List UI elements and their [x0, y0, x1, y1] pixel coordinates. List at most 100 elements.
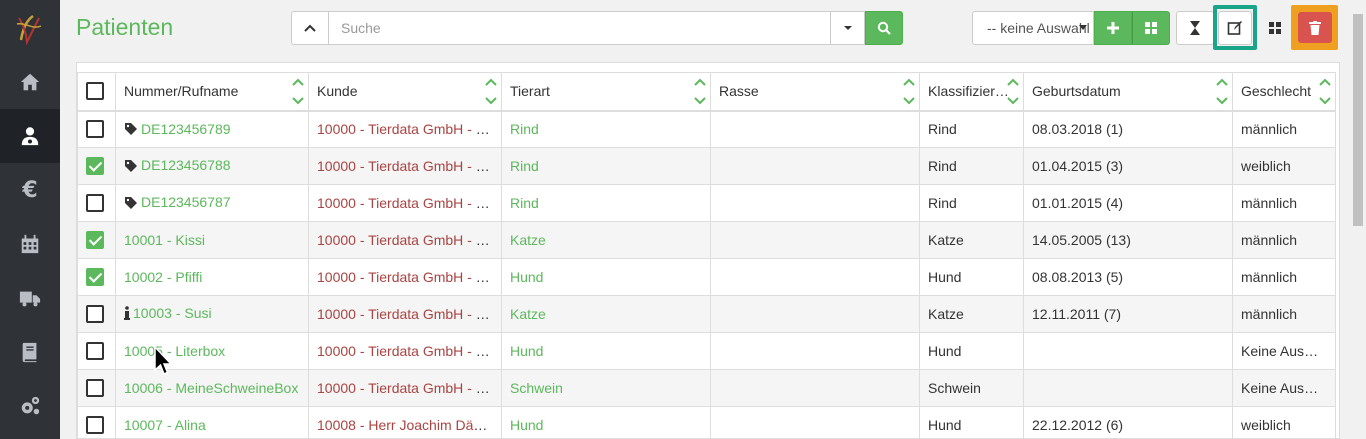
cell-nummer[interactable]: 10001 - Kissi: [115, 221, 309, 259]
row-checkbox[interactable]: [86, 194, 104, 213]
row-select-cell: [77, 221, 116, 259]
cell-geschlecht-text: männlich: [1241, 306, 1298, 322]
table-row[interactable]: DE123456787 10000 - Tierdata GmbH - Haupt…: [77, 184, 1336, 222]
cell-nummer-text: 10006 - MeineSchweineBox: [124, 380, 299, 396]
column-header-geburtsdatum[interactable]: Geburtsdatum: [1023, 72, 1233, 112]
cell-nummer-text: 10001 - Kissi: [124, 232, 205, 248]
scrollbar-thumb[interactable]: [1353, 14, 1363, 226]
search-options-dropdown[interactable]: [831, 11, 865, 45]
cell-geschlecht: männlich: [1232, 258, 1336, 296]
add-button[interactable]: [1094, 11, 1132, 45]
cell-nummer[interactable]: 10002 - Pfiffi: [115, 258, 309, 296]
table-row[interactable]: 10002 - Pfiffi 10000 - Tierdata GmbH - Ha…: [77, 258, 1336, 296]
cell-nummer[interactable]: DE123456788: [115, 147, 309, 185]
column-header-klassifizierung[interactable]: Klassifizierung: [919, 72, 1024, 112]
cell-kunde[interactable]: 10000 - Tierdata GmbH - Hauptsitz: [308, 332, 502, 370]
delete-button[interactable]: [1298, 12, 1332, 43]
cell-klass-text: Rind: [928, 121, 957, 138]
patients-table-container: Nummer/Rufname Kunde Tierart Rasse Klass…: [76, 62, 1340, 439]
cell-kunde[interactable]: 10000 - Tierdata GmbH - Hauptsitz: [308, 258, 502, 296]
history-button[interactable]: [1176, 11, 1214, 45]
column-header-tierart[interactable]: Tierart: [501, 72, 711, 112]
cell-geburt-text: 08.08.2013 (5): [1032, 269, 1124, 285]
cell-tierart[interactable]: Katze: [501, 295, 711, 333]
cell-tierart-text: Katze: [510, 232, 546, 248]
table-row[interactable]: 10007 - Alina 10008 - Herr Joachim Dänema…: [77, 406, 1336, 438]
cell-nummer[interactable]: DE123456787: [115, 184, 309, 222]
cell-geschlecht: männlich: [1232, 295, 1336, 333]
row-checkbox[interactable]: [86, 342, 104, 361]
nav-finance[interactable]: €: [0, 163, 60, 217]
table-row[interactable]: 10006 - MeineSchweineBox 10000 - Tierdata…: [77, 369, 1336, 407]
search-button[interactable]: [865, 11, 903, 45]
cell-nummer[interactable]: 10007 - Alina: [115, 406, 309, 438]
cell-tierart[interactable]: Katze: [501, 221, 711, 259]
cell-nummer-text: DE123456789: [141, 120, 231, 137]
nav-home[interactable]: [0, 55, 60, 109]
select-all-checkbox[interactable]: [86, 82, 104, 101]
table-row[interactable]: 10005 - Literbox 10000 - Tierdata GmbH - …: [77, 332, 1336, 370]
cell-kunde[interactable]: 10000 - Tierdata GmbH - Hauptsitz: [308, 221, 502, 259]
collapse-filter-button[interactable]: [291, 11, 329, 45]
cell-geburt: 08.08.2013 (5): [1023, 258, 1233, 296]
caret-down-icon: [1079, 25, 1087, 30]
row-checkbox[interactable]: [86, 416, 104, 435]
row-checkbox[interactable]: [86, 231, 104, 250]
table-row[interactable]: 10001 - Kissi 10000 - Tierdata GmbH - Hau…: [77, 221, 1336, 259]
cell-kunde[interactable]: 10000 - Tierdata GmbH - Hauptsitz: [308, 369, 502, 407]
row-checkbox[interactable]: [86, 305, 104, 324]
view-select[interactable]: -- keine Auswahl --: [972, 11, 1094, 45]
sidebar: €: [0, 0, 60, 439]
column-header-kunde[interactable]: Kunde: [308, 72, 502, 112]
row-checkbox[interactable]: [86, 157, 104, 176]
book-icon: [22, 342, 37, 363]
nav-delivery[interactable]: [0, 271, 60, 325]
nav-settings[interactable]: [0, 379, 60, 433]
cell-kunde[interactable]: 10008 - Herr Joachim Dänemark: [308, 406, 502, 438]
cell-nummer[interactable]: 10003 - Susi: [115, 295, 309, 333]
table-row[interactable]: DE123456788 10000 - Tierdata GmbH - Haupt…: [77, 147, 1336, 185]
row-checkbox[interactable]: [86, 120, 104, 139]
nav-calendar[interactable]: [0, 217, 60, 271]
table-row[interactable]: 10003 - Susi 10000 - Tierdata GmbH - Haup…: [77, 295, 1336, 333]
row-checkbox[interactable]: [86, 268, 104, 287]
cell-klass: Katze: [919, 295, 1024, 333]
cell-tierart[interactable]: Hund: [501, 258, 711, 296]
search-input[interactable]: [329, 11, 831, 45]
column-header-geschlecht[interactable]: Geschlecht: [1232, 72, 1336, 112]
column-header-nummer[interactable]: Nummer/Rufname: [115, 72, 309, 112]
cell-klass-text: Hund: [928, 343, 962, 359]
cell-klass: Hund: [919, 332, 1024, 370]
cell-kunde[interactable]: 10000 - Tierdata GmbH - Hauptsitz: [308, 110, 502, 148]
row-select-cell: [77, 110, 116, 148]
cell-klass: Rind: [919, 184, 1024, 222]
cell-tierart[interactable]: Schwein: [501, 369, 711, 407]
columns-button[interactable]: [1258, 11, 1292, 45]
cell-kunde[interactable]: 10000 - Tierdata GmbH - Hauptsitz: [308, 184, 502, 222]
layout-button[interactable]: [1132, 11, 1170, 45]
cell-kunde[interactable]: 10000 - Tierdata GmbH - Hauptsitz: [308, 295, 502, 333]
sort-icon: [292, 78, 304, 105]
cell-klass-text: Rind: [928, 195, 957, 211]
cell-geburt: 14.05.2005 (13): [1023, 221, 1233, 259]
cell-tierart[interactable]: Hund: [501, 332, 711, 370]
cell-tierart[interactable]: Rind: [501, 110, 711, 148]
cell-nummer[interactable]: 10006 - MeineSchweineBox: [115, 369, 309, 407]
cell-kunde[interactable]: 10000 - Tierdata GmbH - Hauptsitz: [308, 147, 502, 185]
app-logo[interactable]: [0, 0, 60, 55]
cell-geburt: 01.04.2015 (3): [1023, 147, 1233, 185]
nav-documents[interactable]: [0, 325, 60, 379]
home-icon: [20, 73, 40, 91]
cell-nummer[interactable]: DE123456789: [115, 110, 309, 148]
edit-button[interactable]: [1218, 11, 1252, 45]
column-header-rasse[interactable]: Rasse: [710, 72, 920, 112]
nav-patients[interactable]: [0, 109, 60, 163]
row-checkbox[interactable]: [86, 379, 104, 398]
vertical-scrollbar[interactable]: [1350, 0, 1366, 439]
cell-tierart[interactable]: Rind: [501, 147, 711, 185]
cell-nummer[interactable]: 10005 - Literbox: [115, 332, 309, 370]
cell-tierart[interactable]: Hund: [501, 406, 711, 438]
cell-tierart[interactable]: Rind: [501, 184, 711, 222]
table-row[interactable]: DE123456789 10000 - Tierdata GmbH - Haupt…: [77, 110, 1336, 148]
logo-icon: [16, 14, 42, 46]
